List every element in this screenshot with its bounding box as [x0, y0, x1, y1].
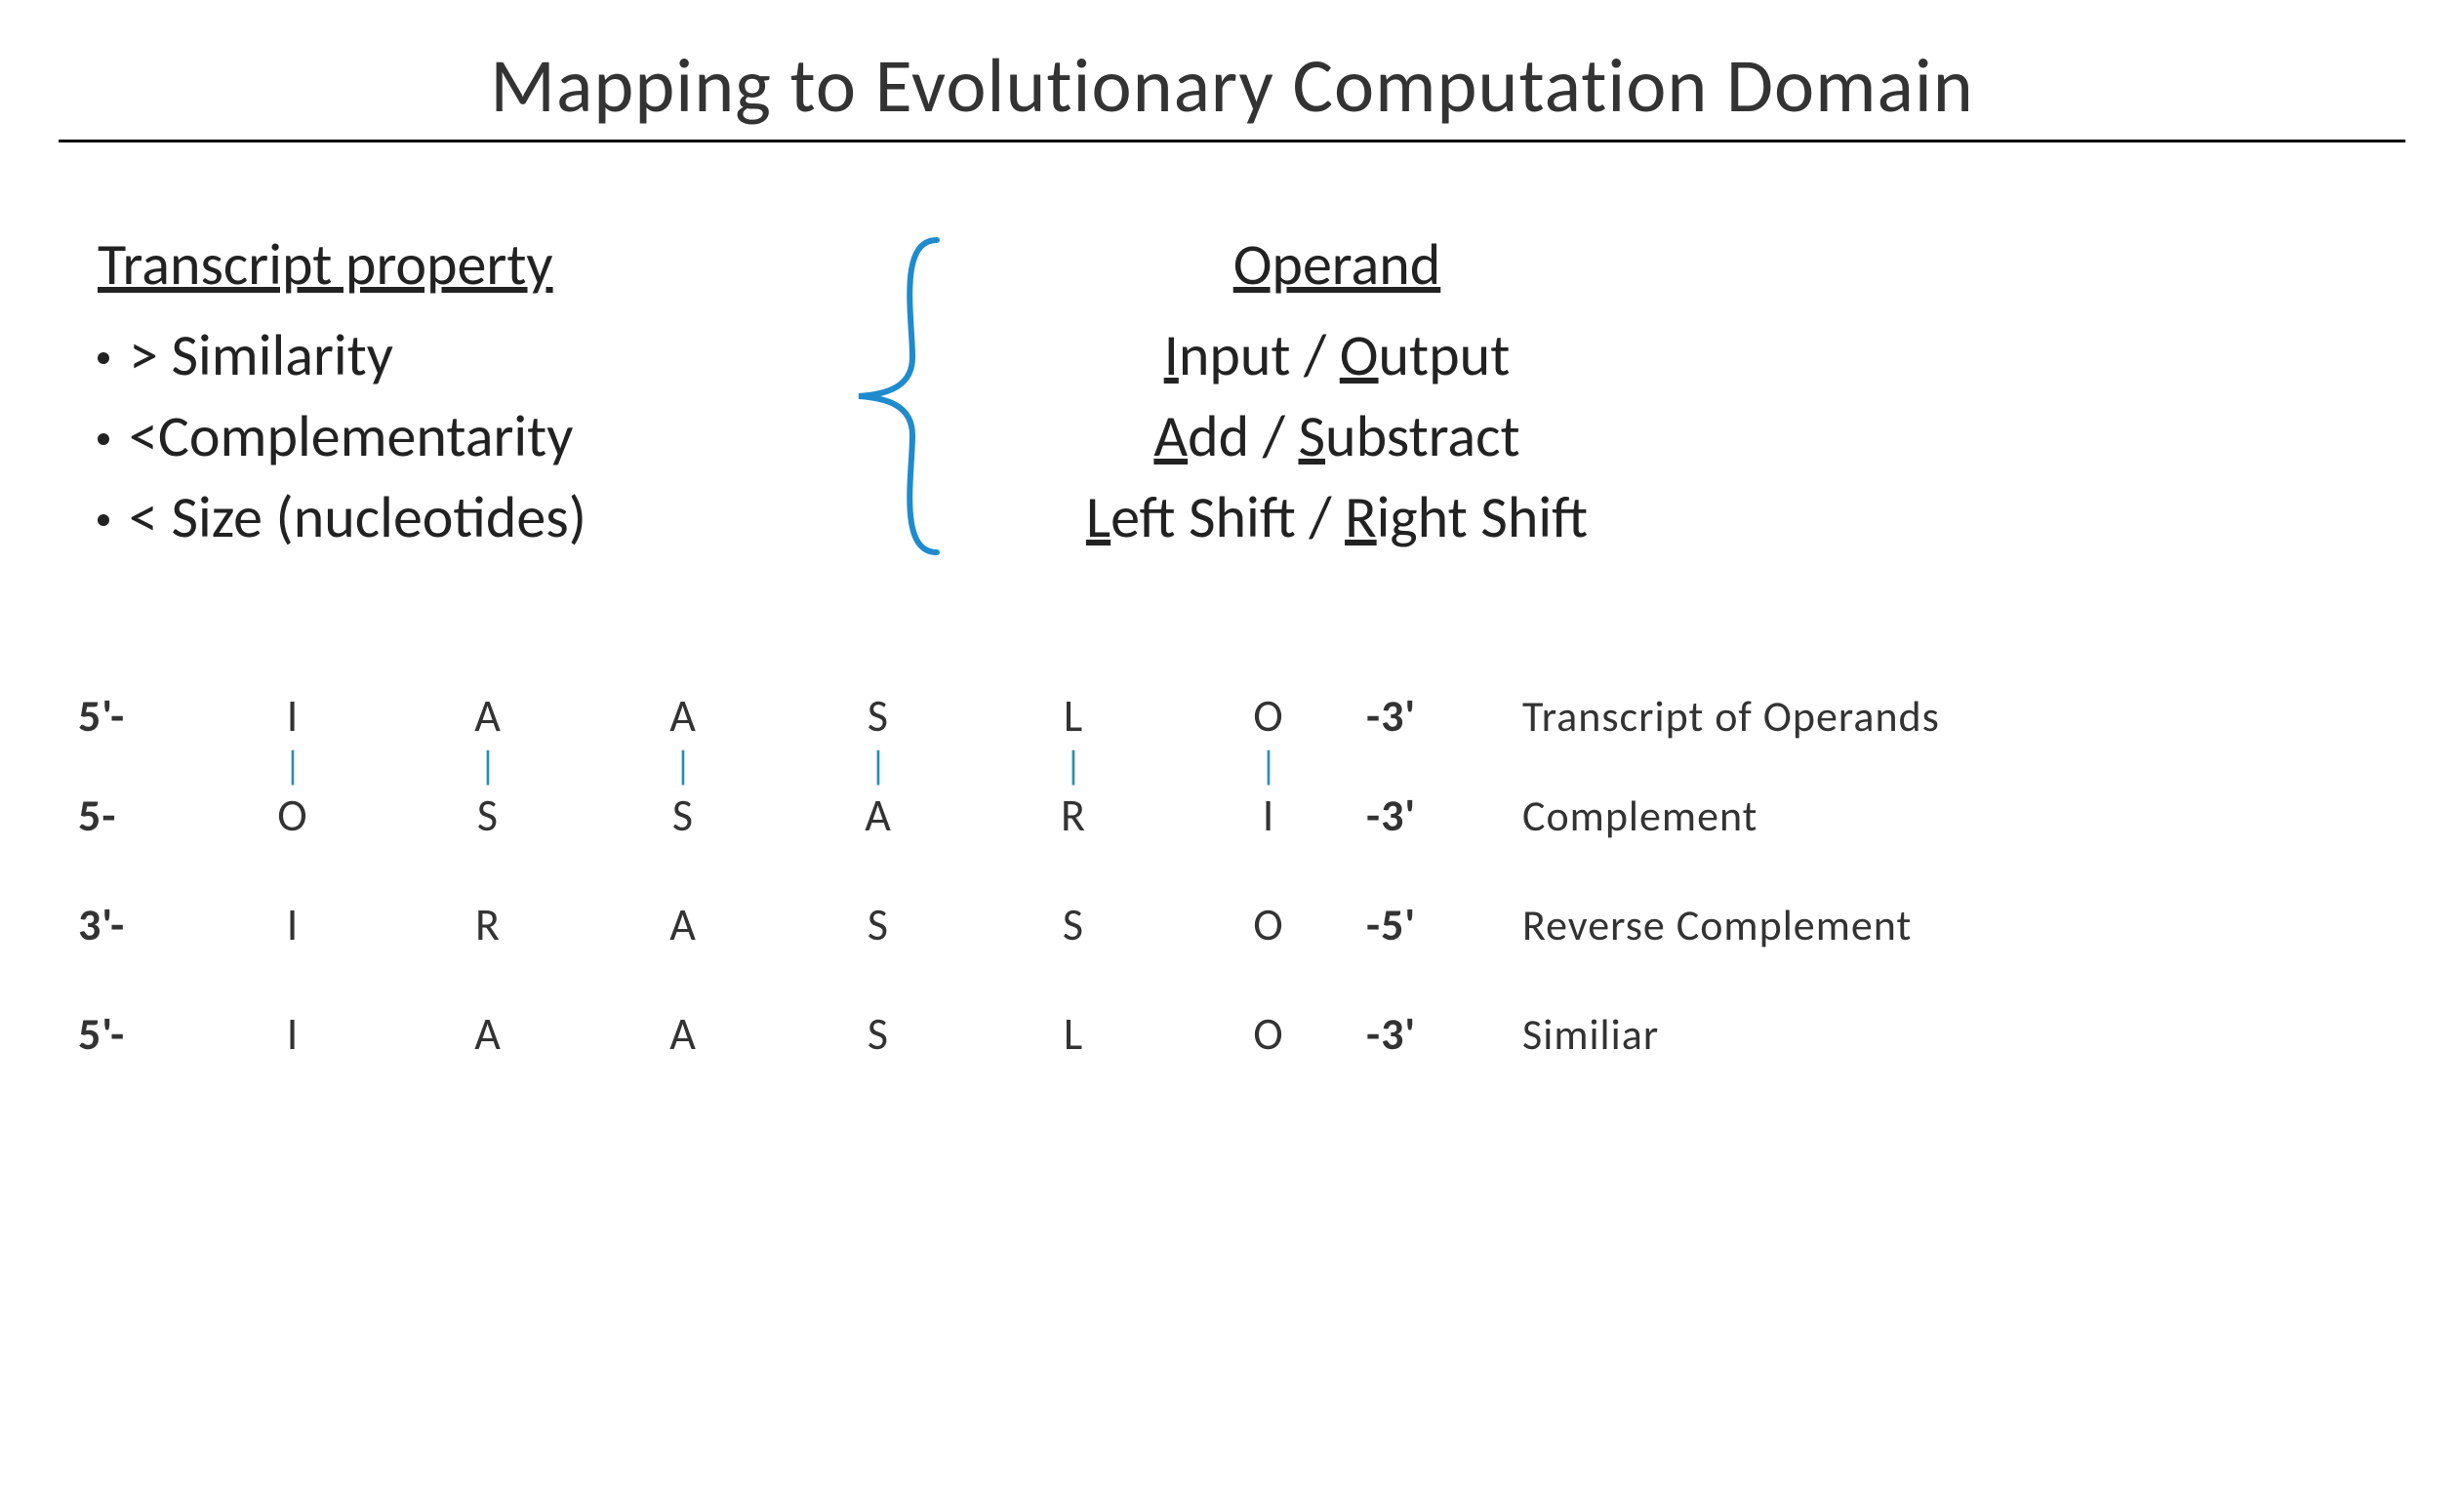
- bullet-size: < Size (nucleotides): [98, 482, 800, 553]
- seq-cell: A: [390, 689, 586, 744]
- slide-title: Mapping to Evolutionary Computation Doma…: [59, 39, 2405, 142]
- seq-cell: A: [781, 788, 976, 843]
- seq-cell: L: [976, 1007, 1171, 1062]
- bullet-icon: [98, 352, 109, 364]
- pair-row: | | | | | |: [78, 751, 2386, 781]
- seq-cell: A: [586, 898, 781, 952]
- seq-row-transcript: 5'- I A A S L O -3' Transcript of Operan…: [78, 689, 2386, 744]
- operand-io: Input / Output: [995, 320, 1678, 391]
- transcript-property-column: Transcript property > Similarity <Comple…: [98, 229, 800, 563]
- seq-cell: S: [781, 1007, 976, 1062]
- bullet-text: > Similarity: [129, 320, 393, 391]
- seq-cell: S: [976, 898, 1171, 952]
- seq-cell: A: [390, 1007, 586, 1062]
- pair-icon: |: [1171, 756, 1366, 776]
- seq-cell: A: [586, 1007, 781, 1062]
- bullet-text: < Size (nucleotides): [129, 482, 586, 553]
- seq-cell: O: [195, 788, 390, 843]
- seq-row-complement: 5- O S S A R I -3' Complement: [78, 788, 2386, 843]
- seq-3prime: -3': [1366, 788, 1483, 843]
- seq-3prime: -3': [1366, 689, 1483, 744]
- seq-cell: I: [195, 1007, 390, 1062]
- operand-column: Operand Input / Output Add / Substract L…: [995, 229, 1678, 563]
- seq-cell: S: [781, 898, 976, 952]
- seq-label: Transcript of Operands: [1483, 690, 2386, 743]
- sequence-table: 5'- I A A S L O -3' Transcript of Operan…: [59, 689, 2405, 1062]
- seq-cell: O: [1171, 1007, 1366, 1062]
- pair-icon: |: [781, 756, 976, 776]
- operand-shift: Left Shift / Right Shift: [995, 482, 1678, 553]
- bullet-complementarity: <Complementarity: [98, 401, 800, 472]
- seq-3prime: 3'-: [78, 898, 195, 952]
- transcript-property-heading: Transcript property: [98, 229, 800, 301]
- seq-5prime: -5': [1366, 898, 1483, 952]
- seq-row-reverse-complement: 3'- I R A S S O -5' Reverse Complement: [78, 898, 2386, 952]
- seq-5prime: 5'-: [78, 689, 195, 744]
- seq-label: Similiar: [1483, 1008, 2386, 1061]
- bullet-similarity: > Similarity: [98, 320, 800, 391]
- seq-cell: A: [586, 689, 781, 744]
- bullet-icon: [98, 433, 109, 445]
- seq-cell: S: [390, 788, 586, 843]
- seq-cell: I: [195, 689, 390, 744]
- bullet-icon: [98, 514, 109, 526]
- pair-icon: |: [195, 756, 390, 776]
- operand-heading: Operand: [995, 229, 1678, 301]
- seq-cell: L: [976, 689, 1171, 744]
- seq-cell: R: [976, 788, 1171, 843]
- seq-3prime: -3': [1366, 1007, 1483, 1062]
- pair-icon: |: [976, 756, 1171, 776]
- pair-icon: |: [586, 756, 781, 776]
- operand-addsub: Add / Substract: [995, 401, 1678, 472]
- seq-5prime: 5'-: [78, 1007, 195, 1062]
- bullet-text: <Complementarity: [129, 401, 573, 472]
- seq-label: Reverse Complement: [1483, 899, 2386, 951]
- seq-row-similar: 5'- I A A S L O -3' Similiar: [78, 1007, 2386, 1062]
- seq-cell: I: [1171, 788, 1366, 843]
- seq-cell: O: [1171, 689, 1366, 744]
- seq-cell: O: [1171, 898, 1366, 952]
- brace-icon: [820, 221, 976, 572]
- seq-5prime: 5-: [78, 788, 195, 843]
- mapping-section: Transcript property > Similarity <Comple…: [59, 221, 2405, 572]
- seq-label: Complement: [1483, 789, 2386, 842]
- pair-icon: |: [390, 756, 586, 776]
- seq-cell: S: [586, 788, 781, 843]
- seq-cell: I: [195, 898, 390, 952]
- brace-connector: [800, 221, 995, 572]
- seq-cell: S: [781, 689, 976, 744]
- seq-cell: R: [390, 898, 586, 952]
